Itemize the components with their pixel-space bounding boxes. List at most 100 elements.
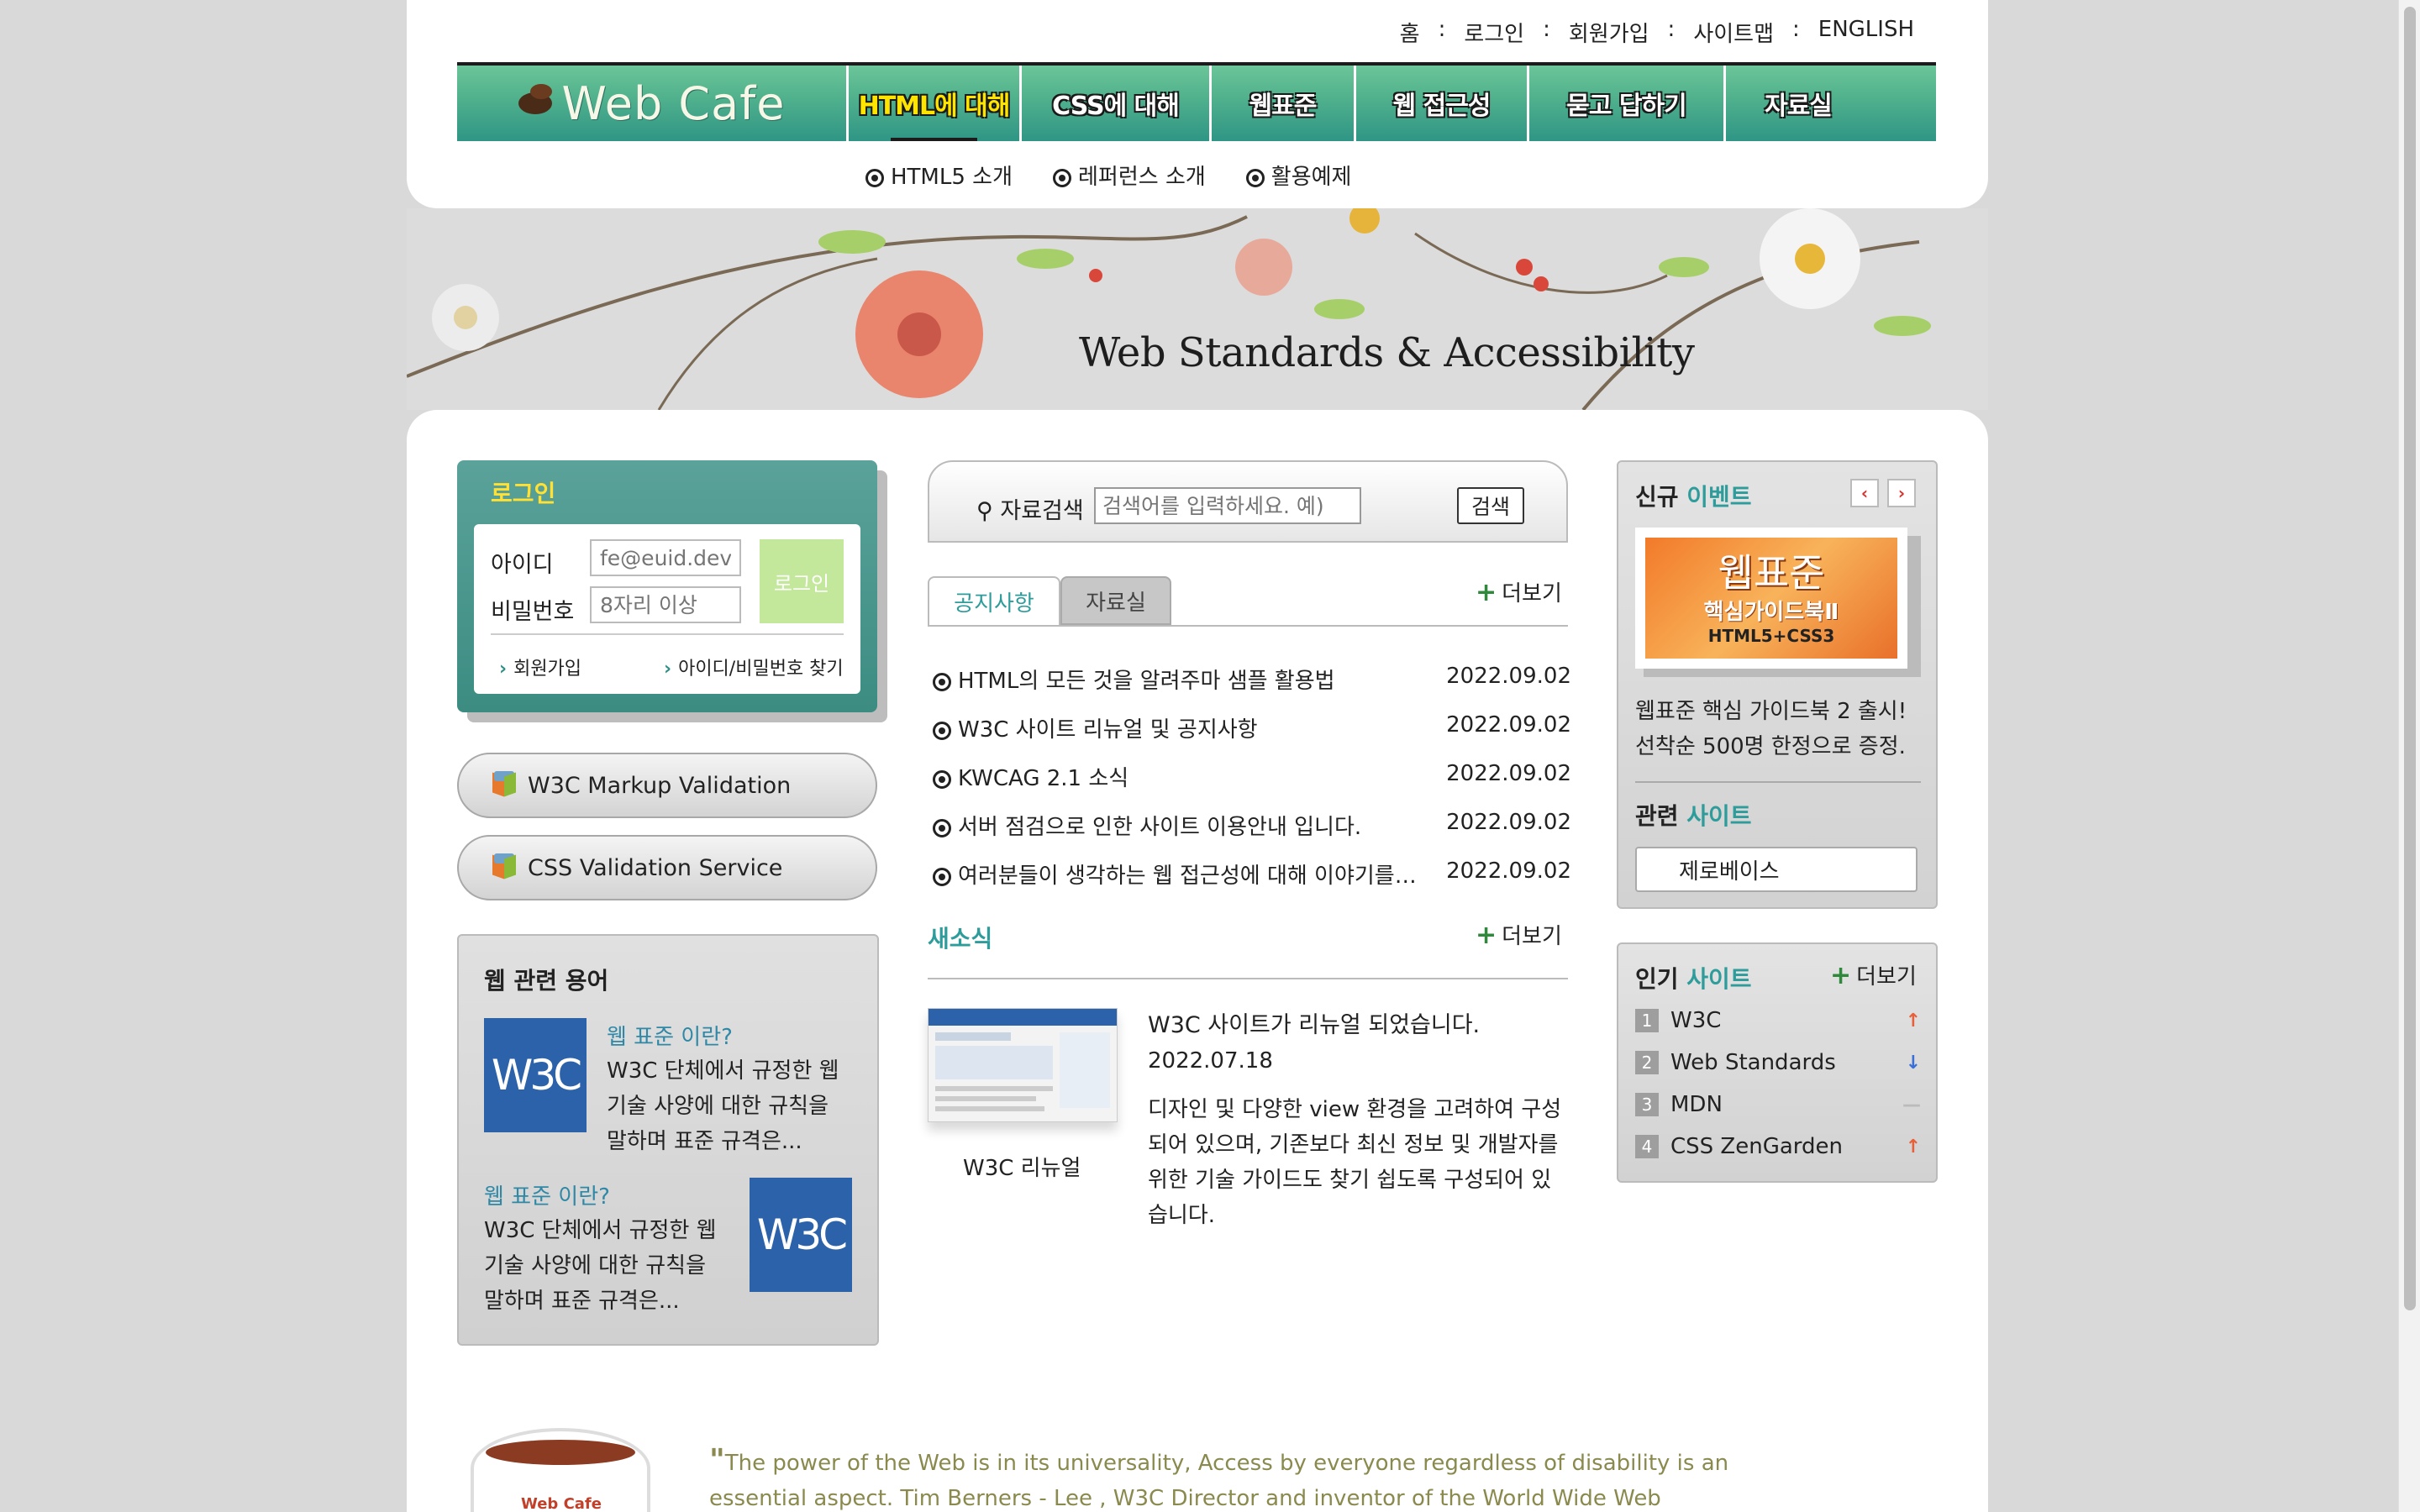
news-divider (928, 978, 1568, 979)
find-account-link[interactable]: › 아이디/비밀번호 찾기 (664, 654, 844, 680)
notice-date: 2022.09.02 (1446, 858, 1571, 884)
quote-text: The power of the Web is in its universal… (709, 1451, 1729, 1511)
term-answer-line: W3C 단체에서 규정한 웹 (607, 1058, 839, 1084)
event-text-line: 선착순 500명 한정으로 증정. (1635, 734, 1906, 759)
sub-nav-examples[interactable]: 활용예제 (1245, 160, 1352, 191)
rank-site-name: CSS ZenGarden (1670, 1134, 1844, 1159)
notice-date: 2022.09.02 (1446, 664, 1571, 689)
gnb-qna[interactable]: 묻고 답하기 (1529, 66, 1726, 141)
util-separator: : (1438, 17, 1446, 42)
term-question[interactable]: 웹 표준 이란? (484, 1179, 610, 1210)
password-label: 비밀번호 (491, 599, 575, 625)
popular-more-link[interactable]: + 더보기 (1830, 959, 1917, 990)
rank-number: 2 (1635, 1051, 1659, 1074)
validation-label: W3C Markup Validation (528, 772, 792, 799)
util-sitemap-link[interactable]: 사이트맵 (1693, 17, 1774, 48)
notice-row[interactable]: 여러분들이 생각하는 웹 접근성에 대해 이야기를 ... 2022.09.02 (933, 858, 1571, 890)
util-join-link[interactable]: 회원가입 (1569, 17, 1649, 48)
circle-bullet-icon (933, 867, 951, 886)
notice-row[interactable]: KWCAG 2.1 소식 2022.09.02 (933, 761, 1571, 792)
terms-title: 웹 관련 용어 (484, 967, 609, 995)
popular-heading-accent: 사이트 (1686, 965, 1752, 993)
plus-icon: + (1476, 921, 1497, 950)
join-link[interactable]: › 회원가입 (499, 654, 581, 680)
css-validation-button[interactable]: CSS Validation Service (457, 835, 877, 900)
plus-icon: + (1476, 578, 1497, 607)
notice-date: 2022.09.02 (1446, 761, 1571, 786)
popular-heading: 인기 사이트 (1635, 961, 1752, 995)
search-input[interactable] (1094, 487, 1361, 524)
notice-row[interactable]: 서버 점검으로 인한 사이트 이용안내 입니다. 2022.09.02 (933, 810, 1571, 841)
tab-notice[interactable]: 공지사항 (928, 576, 1060, 625)
sub-nav-html5[interactable]: HTML5 소개 (865, 160, 1013, 191)
notice-row[interactable]: W3C 사이트 리뉴얼 및 공지사항 2022.09.02 (933, 712, 1571, 743)
term-answer-line: 기술 사양에 대한 규칙을 (607, 1094, 829, 1119)
book-cover: 웹표준 핵심가이드북Ⅱ HTML5+CSS3 (1645, 538, 1897, 659)
event-box: 신규 이벤트 ‹ › 웹표준 핵심가이드북Ⅱ HTML5+CSS3 웹표준 핵심… (1617, 460, 1938, 909)
gnb-html[interactable]: HTML에 대해 (849, 66, 1022, 141)
rank-number: 1 (1635, 1009, 1659, 1032)
util-login-link[interactable]: 로그인 (1464, 17, 1524, 48)
news-heading: 새소식 (928, 925, 993, 953)
logo[interactable]: Web Cafe (457, 66, 849, 141)
id-input[interactable] (590, 539, 741, 576)
event-book-image[interactable]: 웹표준 핵심가이드북Ⅱ HTML5+CSS3 (1635, 528, 1907, 669)
w3c-markup-validation-button[interactable]: W3C Markup Validation (457, 753, 877, 818)
circle-bullet-icon (933, 672, 951, 691)
arrow-up-icon: ↑ (1905, 1010, 1921, 1032)
scroll-thumb[interactable] (2404, 7, 2416, 1310)
w3c-logo: W3C (750, 1178, 852, 1292)
util-separator: : (1667, 17, 1676, 42)
news-title[interactable]: W3C 사이트가 리뉴얼 되었습니다. (1148, 1006, 1480, 1039)
book-title-line: HTML5+CSS3 (1707, 625, 1835, 646)
rank-row[interactable]: 1 W3C ↑ (1635, 1008, 1921, 1033)
rank-row[interactable]: 3 MDN — (1635, 1092, 1921, 1117)
event-heading-main: 신규 (1635, 483, 1679, 511)
sub-nav-reference[interactable]: 레퍼런스 소개 (1053, 160, 1206, 191)
rank-site-name: MDN (1670, 1092, 1723, 1117)
logo-text: Web Cafe (561, 76, 786, 130)
sub-nav-label: 활용예제 (1270, 165, 1352, 190)
password-input[interactable] (590, 586, 741, 623)
rank-number: 3 (1635, 1093, 1659, 1116)
w3c-logo: W3C (484, 1018, 587, 1132)
related-site-select[interactable]: 제로베이스 (1635, 847, 1918, 892)
gnb-library[interactable]: 자료실 (1726, 66, 1870, 141)
news-thumbnail[interactable] (928, 1008, 1118, 1122)
news-caption: W3C 리뉴얼 (963, 1156, 1081, 1181)
related-heading-accent: 사이트 (1686, 802, 1752, 830)
search-box: ⚲ 자료검색 검색 (928, 460, 1568, 543)
prev-arrow-button[interactable]: ‹ (1850, 479, 1879, 507)
search-icon: ⚲ (976, 498, 993, 524)
notice-row[interactable]: HTML의 모든 것을 알려주마 샘플 활용법 2022.09.02 (933, 664, 1571, 695)
notice-title: HTML의 모든 것을 알려주마 샘플 활용법 (958, 669, 1335, 694)
validation-label: CSS Validation Service (528, 854, 783, 881)
scrollbar[interactable] (2398, 0, 2420, 1512)
search-button[interactable]: 검색 (1457, 487, 1524, 524)
news-more-link[interactable]: + 더보기 (1476, 919, 1562, 950)
rank-row[interactable]: 2 Web Standards ↓ (1635, 1050, 1921, 1075)
login-button[interactable]: 로그인 (760, 539, 844, 623)
next-arrow-button[interactable]: › (1887, 479, 1916, 507)
id-label: 아이디 (491, 552, 554, 578)
coffee-cup-icon: Web Cafe (471, 1428, 650, 1512)
term-answer: W3C 단체에서 규정한 웹 기술 사양에 대한 규칙을 말하며 표준 규격은.… (484, 1213, 717, 1319)
gnb-css[interactable]: CSS에 대해 (1022, 66, 1212, 141)
utility-nav: 홈 : 로그인 : 회원가입 : 사이트맵 : ENGLISH (1400, 17, 1914, 48)
gnb-web-standard[interactable]: 웹표준 (1212, 66, 1356, 141)
event-heading-accent: 이벤트 (1686, 483, 1752, 511)
circle-bullet-icon (865, 168, 884, 187)
header-card: 홈 : 로그인 : 회원가입 : 사이트맵 : ENGLISH Web Cafe… (407, 0, 1988, 208)
notice-more-link[interactable]: + 더보기 (1476, 576, 1562, 607)
rank-number: 4 (1635, 1135, 1659, 1158)
term-question[interactable]: 웹 표준 이란? (607, 1020, 733, 1051)
util-english-link[interactable]: ENGLISH (1818, 17, 1914, 48)
tab-library[interactable]: 자료실 (1060, 576, 1171, 625)
popular-sites-box: 인기 사이트 + 더보기 1 W3C ↑ 2 Web Standards ↓ 3 … (1617, 942, 1938, 1183)
gnb-accessibility[interactable]: 웹 접근성 (1356, 66, 1529, 141)
arrow-up-icon: ↑ (1905, 1136, 1921, 1158)
event-text: 웹표준 핵심 가이드북 2 출시! 선착순 500명 한정으로 증정. (1635, 694, 1929, 764)
tab-divider (928, 625, 1568, 627)
rank-row[interactable]: 4 CSS ZenGarden ↑ (1635, 1134, 1921, 1159)
util-home-link[interactable]: 홈 (1400, 17, 1420, 48)
